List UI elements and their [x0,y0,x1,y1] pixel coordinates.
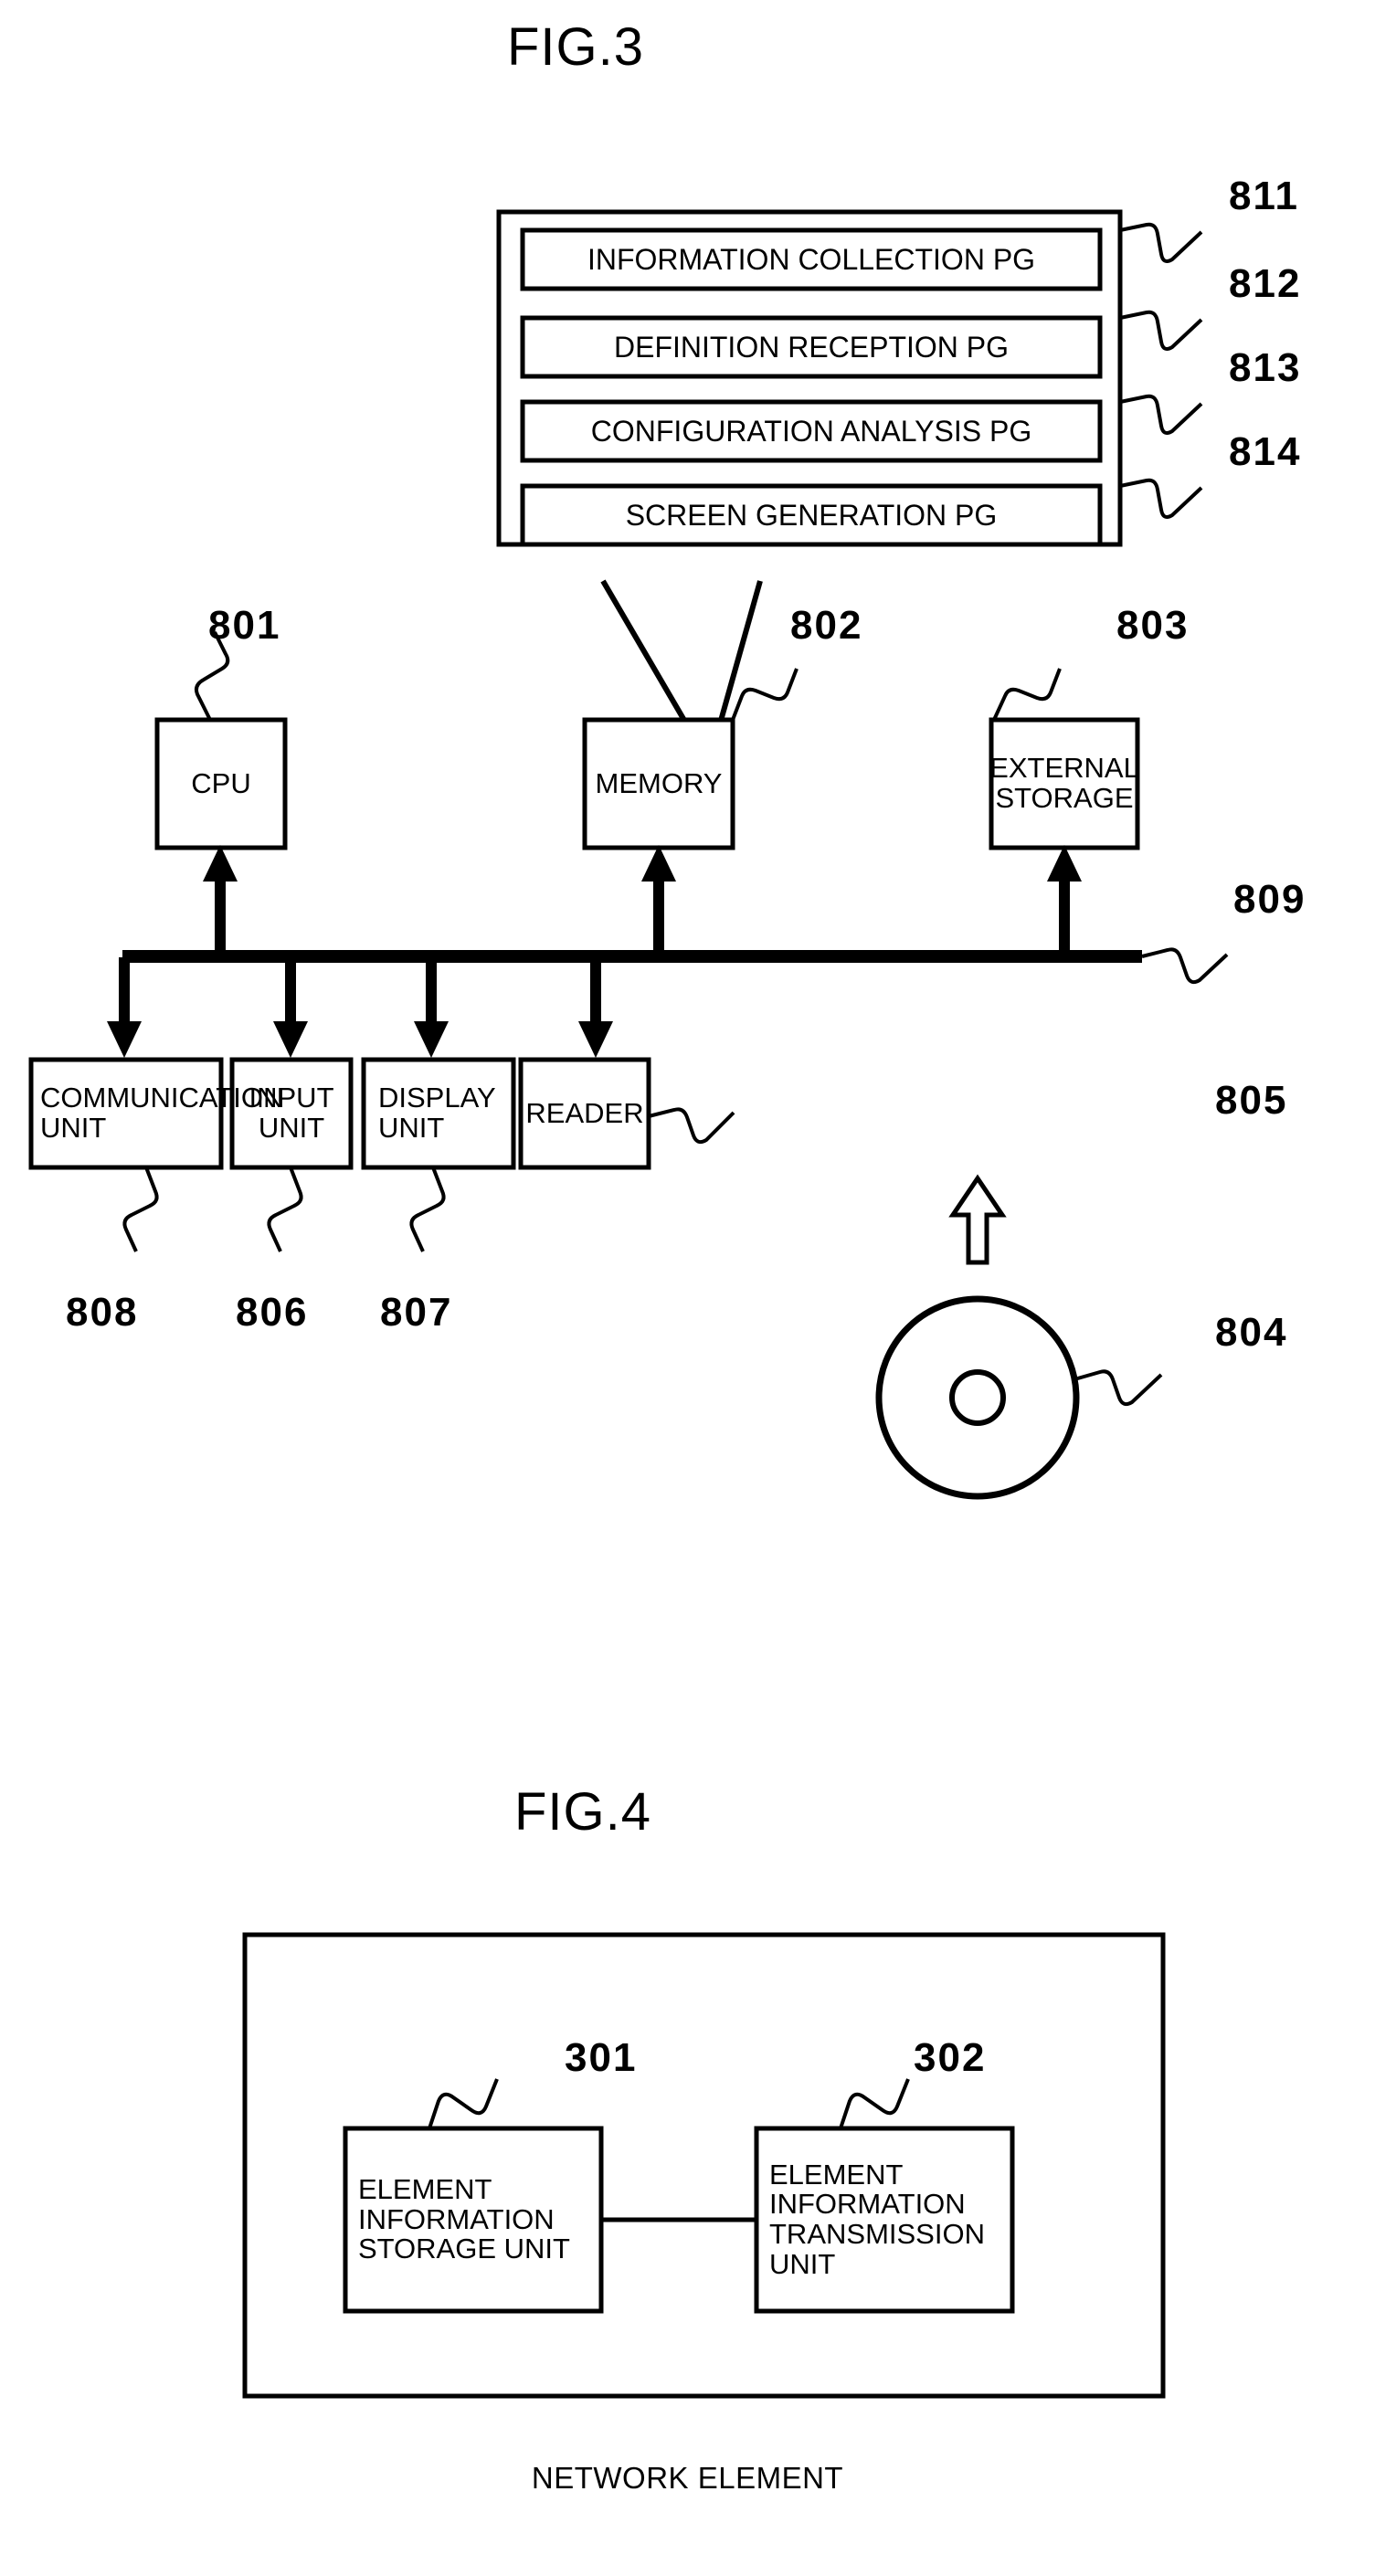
reference-number-806: 806 [236,1290,309,1335]
leader-line-804 [1074,1369,1163,1407]
bus-up-arrows [203,845,1082,955]
reference-number-807: 807 [380,1290,453,1335]
box-element-information-storage-unit [343,2126,604,2314]
box-reader [518,1057,651,1170]
reference-number-808: 808 [66,1290,139,1335]
program-box-811 [520,227,1103,291]
bus-down-arrows [107,957,613,1058]
box-element-information-transmission-unit [754,2126,1015,2314]
system-bus [122,950,1142,963]
program-box-812 [520,315,1103,379]
storage-disc-hub [949,1369,1006,1426]
box-external-storage [989,717,1140,850]
leader-line-805 [648,1107,735,1145]
reference-number-812: 812 [1229,261,1302,306]
leader-line-808 [122,1167,159,1252]
diagram-vector-layer [28,209,1229,2399]
reference-number-811: 811 [1229,174,1299,218]
reference-number-813: 813 [1229,345,1302,390]
leader-line-814 [1119,478,1203,519]
reference-number-809: 809 [1233,877,1306,922]
box-communication-unit [28,1057,224,1170]
leader-line-809 [1141,947,1229,985]
figure-title-fig4: FIG.4 [513,1782,652,1842]
patent-drawing-sheet: FIG.3 INFORMATION COLLECTION PG DEFINITI… [0,0,1375,2576]
program-box-813 [520,399,1103,463]
reference-number-802: 802 [790,603,863,648]
leader-line-803 [992,668,1062,721]
leader-line-806 [267,1167,303,1252]
box-memory [582,717,735,850]
leader-line-813 [1119,394,1203,435]
program-box-814 [520,483,1103,547]
reference-number-803: 803 [1116,603,1190,648]
leader-line-812 [1119,310,1203,351]
reference-number-804: 804 [1215,1310,1288,1355]
figure4-caption: NETWORK ELEMENT [531,2461,844,2495]
leader-line-807 [409,1167,446,1252]
box-cpu [154,717,288,850]
media-insert-arrow [948,1174,1007,1265]
box-input-unit [229,1057,354,1170]
reference-number-805: 805 [1215,1078,1288,1123]
reference-number-302: 302 [914,2035,987,2080]
leader-line-811 [1119,222,1203,263]
reference-number-301: 301 [565,2035,638,2080]
reference-number-814: 814 [1229,429,1302,474]
leader-line-802 [731,668,799,721]
box-display-unit [361,1057,516,1170]
reference-number-801: 801 [208,603,281,648]
